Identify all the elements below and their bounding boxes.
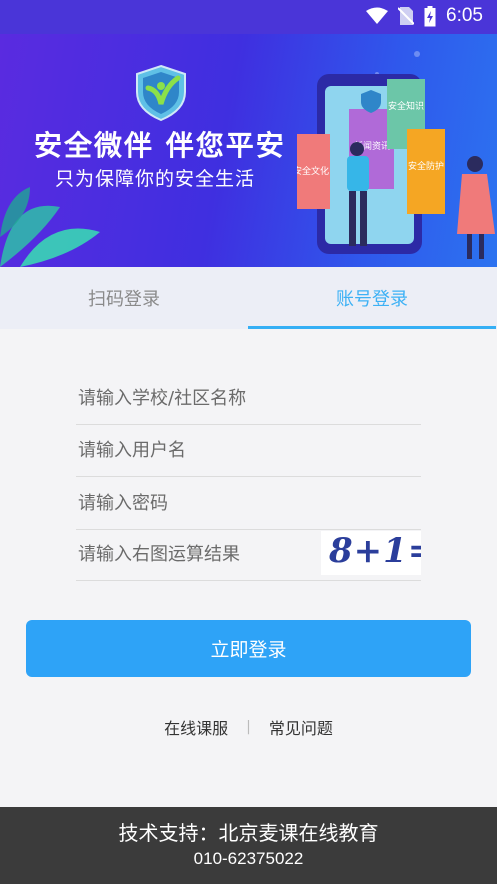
tab-qr-login[interactable]: 扫码登录 — [0, 267, 248, 329]
login-tabs: 扫码登录 账号登录 — [0, 267, 497, 329]
captcha-input[interactable] — [76, 529, 316, 580]
banner-illustration: 安全文化 新闻资讯 安全知识 安全防护 — [297, 51, 495, 259]
username-field-row — [76, 425, 421, 477]
battery-charging-icon — [424, 5, 436, 26]
password-input[interactable] — [76, 478, 421, 529]
tab-account-login[interactable]: 账号登录 — [248, 267, 496, 329]
banner-subtitle: 只为保障你的安全生活 — [55, 168, 256, 190]
tab-account-login-label: 账号登录 — [336, 289, 408, 310]
wifi-icon — [366, 7, 389, 24]
link-separator: | — [246, 719, 251, 735]
book-label-1: 安全文化 — [297, 165, 329, 177]
hero-banner: 安全微伴 伴您平安 只为保障你的安全生活 安全文化 新闻资讯 安全知识 安全防护 — [0, 34, 497, 267]
clock: 6:05 — [446, 5, 483, 26]
login-button[interactable]: 立即登录 — [26, 620, 471, 677]
book-label-3: 安全知识 — [388, 100, 424, 112]
support-text: 技术支持：北京麦课在线教育 — [118, 821, 379, 845]
school-input[interactable] — [76, 373, 421, 424]
login-form: 8+1= 立即登录 在线课服 | 常见问题 — [0, 329, 497, 807]
school-field-row — [76, 373, 421, 425]
captcha-field-row: 8+1= — [76, 529, 421, 581]
password-field-row — [76, 478, 421, 530]
no-sim-icon — [398, 7, 415, 25]
shield-logo-icon — [136, 64, 186, 122]
status-bar: 6:05 — [0, 0, 497, 34]
username-input[interactable] — [76, 425, 421, 476]
faq-link[interactable]: 常见问题 — [269, 715, 333, 739]
book-label-4: 安全防护 — [408, 160, 444, 172]
captcha-image[interactable]: 8+1= — [321, 531, 421, 575]
tab-qr-login-label: 扫码登录 — [88, 289, 160, 310]
footer: 技术支持：北京麦课在线教育 010-62375022 — [0, 807, 497, 884]
online-service-link[interactable]: 在线课服 — [164, 715, 228, 739]
captcha-text: 8+1= — [329, 531, 421, 571]
support-phone: 010-62375022 — [193, 849, 304, 868]
banner-title: 安全微伴 伴您平安 — [34, 129, 286, 162]
help-links: 在线课服 | 常见问题 — [0, 715, 497, 739]
